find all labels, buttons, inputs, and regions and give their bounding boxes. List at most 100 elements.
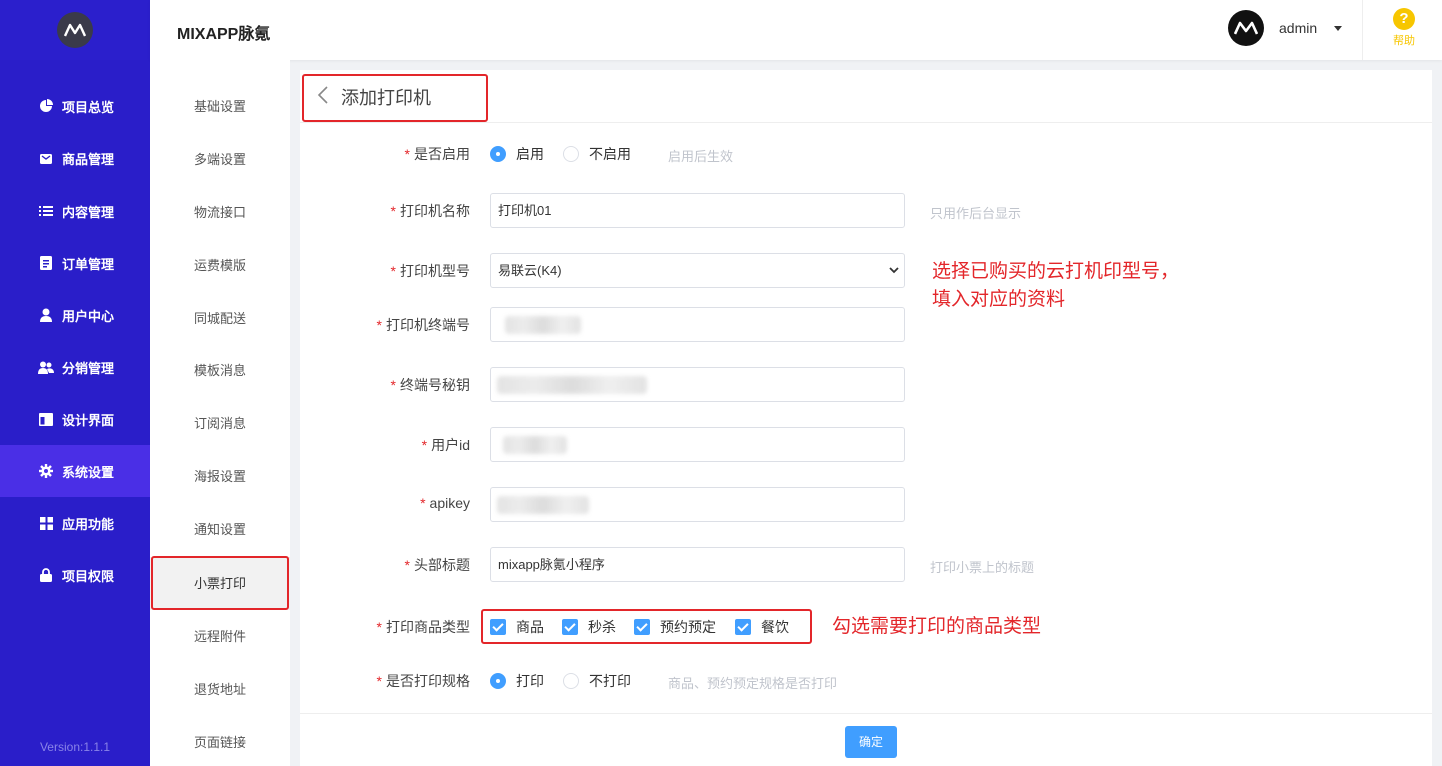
header-title-input[interactable]: mixapp脉氪小程序 bbox=[490, 547, 905, 582]
logo-icon bbox=[57, 12, 93, 48]
back-arrow-icon[interactable] bbox=[316, 84, 334, 108]
page-header: 添加打印机 bbox=[300, 70, 1432, 123]
field-label: * 用户id bbox=[421, 437, 470, 453]
annotation-types: 勾选需要打印的商品类型 bbox=[832, 616, 1042, 637]
subnav-item-receipt-print[interactable]: 小票打印 bbox=[150, 557, 290, 610]
sidebar-item-orders[interactable]: 订单管理 bbox=[0, 237, 150, 289]
form-row-model: * 打印机型号 易联云(K4) bbox=[300, 253, 1432, 289]
field-hint: 只用作后台显示 bbox=[930, 206, 1022, 221]
subnav-item[interactable]: 同城配送 bbox=[150, 292, 290, 345]
sidebar-item-content[interactable]: 内容管理 bbox=[0, 185, 150, 237]
form-row-header-title: * 头部标题 mixapp脉氪小程序 打印小票上的标题 bbox=[300, 547, 1432, 583]
subnav-item[interactable]: 运费模版 bbox=[150, 239, 290, 292]
sidebar-item-overview[interactable]: 项目总览 bbox=[0, 80, 150, 132]
layout-icon bbox=[38, 411, 54, 427]
form-row-secret: * 终端号秘钥 bbox=[300, 367, 1432, 403]
form-row-name: * 打印机名称 打印机01 只用作后台显示 bbox=[300, 193, 1432, 229]
subnav-item[interactable]: 页面链接 bbox=[150, 716, 290, 766]
radio-dot bbox=[490, 146, 506, 162]
subnav-item[interactable]: 海报设置 bbox=[150, 450, 290, 503]
chevron-down-icon[interactable] bbox=[1334, 26, 1342, 31]
sidebar-item-label: 项目总览 bbox=[62, 99, 115, 115]
radio-enable-off[interactable]: 不启用 bbox=[563, 144, 631, 164]
lock-icon bbox=[38, 567, 54, 583]
main-sidebar: 项目总览 商品管理 内容管理 订单管理 用户中心 分销管理 设计界面 系统设置 … bbox=[0, 0, 150, 766]
avatar[interactable] bbox=[1228, 10, 1264, 46]
top-header: MIXAPP脉氪 admin ? 帮助 bbox=[150, 0, 1442, 60]
subnav-item[interactable]: 多端设置 bbox=[150, 133, 290, 186]
sidebar-item-permissions[interactable]: 项目权限 bbox=[0, 549, 150, 601]
form-row-userid: * 用户id bbox=[300, 427, 1432, 463]
subnav-item[interactable]: 通知设置 bbox=[150, 503, 290, 556]
field-label: * 是否打印规格 bbox=[376, 673, 470, 689]
checkbox-box bbox=[490, 619, 506, 635]
chevron-down-icon bbox=[889, 267, 899, 274]
version-text: Version:1.1.1 bbox=[39, 740, 111, 754]
radio-dot bbox=[563, 146, 579, 162]
checkbox-type-reservation[interactable]: 预约预定 bbox=[634, 617, 716, 637]
sidebar-item-label: 商品管理 bbox=[62, 151, 115, 167]
radio-spec-noprint[interactable]: 不打印 bbox=[563, 671, 631, 691]
terminal-number-input[interactable] bbox=[490, 307, 905, 342]
annotation-model-line1: 选择已购买的云打机印型号， bbox=[932, 261, 1180, 282]
redacted-value bbox=[505, 316, 581, 334]
redacted-value bbox=[497, 496, 589, 514]
sidebar-item-users[interactable]: 用户中心 bbox=[0, 289, 150, 341]
sidebar-item-distribution[interactable]: 分销管理 bbox=[0, 341, 150, 393]
annotation-model-line2: 填入对应的资料 bbox=[932, 289, 1066, 310]
form-row-spec: * 是否打印规格 打印 不打印 商品、预约预定规格是否打印 bbox=[300, 663, 1432, 699]
sidebar-item-products[interactable]: 商品管理 bbox=[0, 132, 150, 184]
subnav-item[interactable]: 远程附件 bbox=[150, 610, 290, 663]
checkbox-box bbox=[634, 619, 650, 635]
confirm-button[interactable]: 确定 bbox=[845, 726, 897, 758]
list-icon bbox=[38, 203, 54, 219]
field-label: * 打印机名称 bbox=[390, 203, 470, 219]
radio-dot bbox=[563, 673, 579, 689]
form-row-terminal: * 打印机终端号 bbox=[300, 307, 1432, 343]
field-hint: 商品、预约预定规格是否打印 bbox=[668, 676, 838, 691]
field-label: * apikey bbox=[420, 495, 470, 511]
checkbox-type-goods[interactable]: 商品 bbox=[490, 617, 544, 637]
checkbox-box bbox=[735, 619, 751, 635]
radio-enable-on[interactable]: 启用 bbox=[490, 144, 544, 164]
user-id-input[interactable] bbox=[490, 427, 905, 462]
help-button[interactable]: ? 帮助 bbox=[1382, 8, 1426, 48]
sidebar-item-label: 分销管理 bbox=[62, 360, 115, 376]
field-hint: 启用后生效 bbox=[668, 149, 734, 164]
field-label: * 是否启用 bbox=[404, 146, 470, 162]
sidebar-item-label: 内容管理 bbox=[62, 204, 115, 220]
grid-icon bbox=[38, 515, 54, 531]
page-title: 添加打印机 bbox=[341, 88, 431, 108]
app-title: MIXAPP脉氪 bbox=[177, 26, 271, 43]
field-label: * 打印机型号 bbox=[390, 263, 470, 279]
subnav-item[interactable]: 物流接口 bbox=[150, 186, 290, 239]
subnav-item[interactable]: 模板消息 bbox=[150, 344, 290, 397]
gear-icon bbox=[38, 463, 54, 479]
order-icon bbox=[38, 255, 54, 271]
redacted-value bbox=[497, 376, 647, 394]
terminal-secret-input[interactable] bbox=[490, 367, 905, 402]
radio-spec-print[interactable]: 打印 bbox=[490, 671, 544, 691]
form-row-enable: * 是否启用 启用 不启用 启用后生效 bbox=[300, 136, 1432, 172]
printer-name-input[interactable]: 打印机01 bbox=[490, 193, 905, 228]
bag-icon bbox=[38, 150, 54, 166]
sidebar-item-design[interactable]: 设计界面 bbox=[0, 393, 150, 445]
radio-dot bbox=[490, 673, 506, 689]
apikey-input[interactable] bbox=[490, 487, 905, 522]
checkbox-type-seckill[interactable]: 秒杀 bbox=[562, 617, 616, 637]
subnav-item[interactable]: 基础设置 bbox=[150, 80, 290, 133]
field-label: * 终端号秘钥 bbox=[390, 377, 470, 393]
sidebar-item-apps[interactable]: 应用功能 bbox=[0, 497, 150, 549]
subnav-item[interactable]: 订阅消息 bbox=[150, 397, 290, 450]
sidebar-item-label: 应用功能 bbox=[62, 516, 115, 532]
help-label: 帮助 bbox=[1393, 35, 1415, 47]
checkbox-type-catering[interactable]: 餐饮 bbox=[735, 617, 789, 637]
logo[interactable] bbox=[0, 0, 150, 60]
header-divider bbox=[1362, 0, 1363, 60]
username[interactable]: admin bbox=[1279, 20, 1317, 36]
users-icon bbox=[38, 359, 54, 375]
main-content: 添加打印机 * 是否启用 启用 不启用 启用后生效 * 打印机名称 打印机01 只用… bbox=[300, 70, 1432, 766]
sidebar-item-settings[interactable]: 系统设置 bbox=[0, 445, 150, 497]
subnav-item[interactable]: 退货地址 bbox=[150, 663, 290, 716]
printer-model-select[interactable]: 易联云(K4) bbox=[490, 253, 905, 288]
